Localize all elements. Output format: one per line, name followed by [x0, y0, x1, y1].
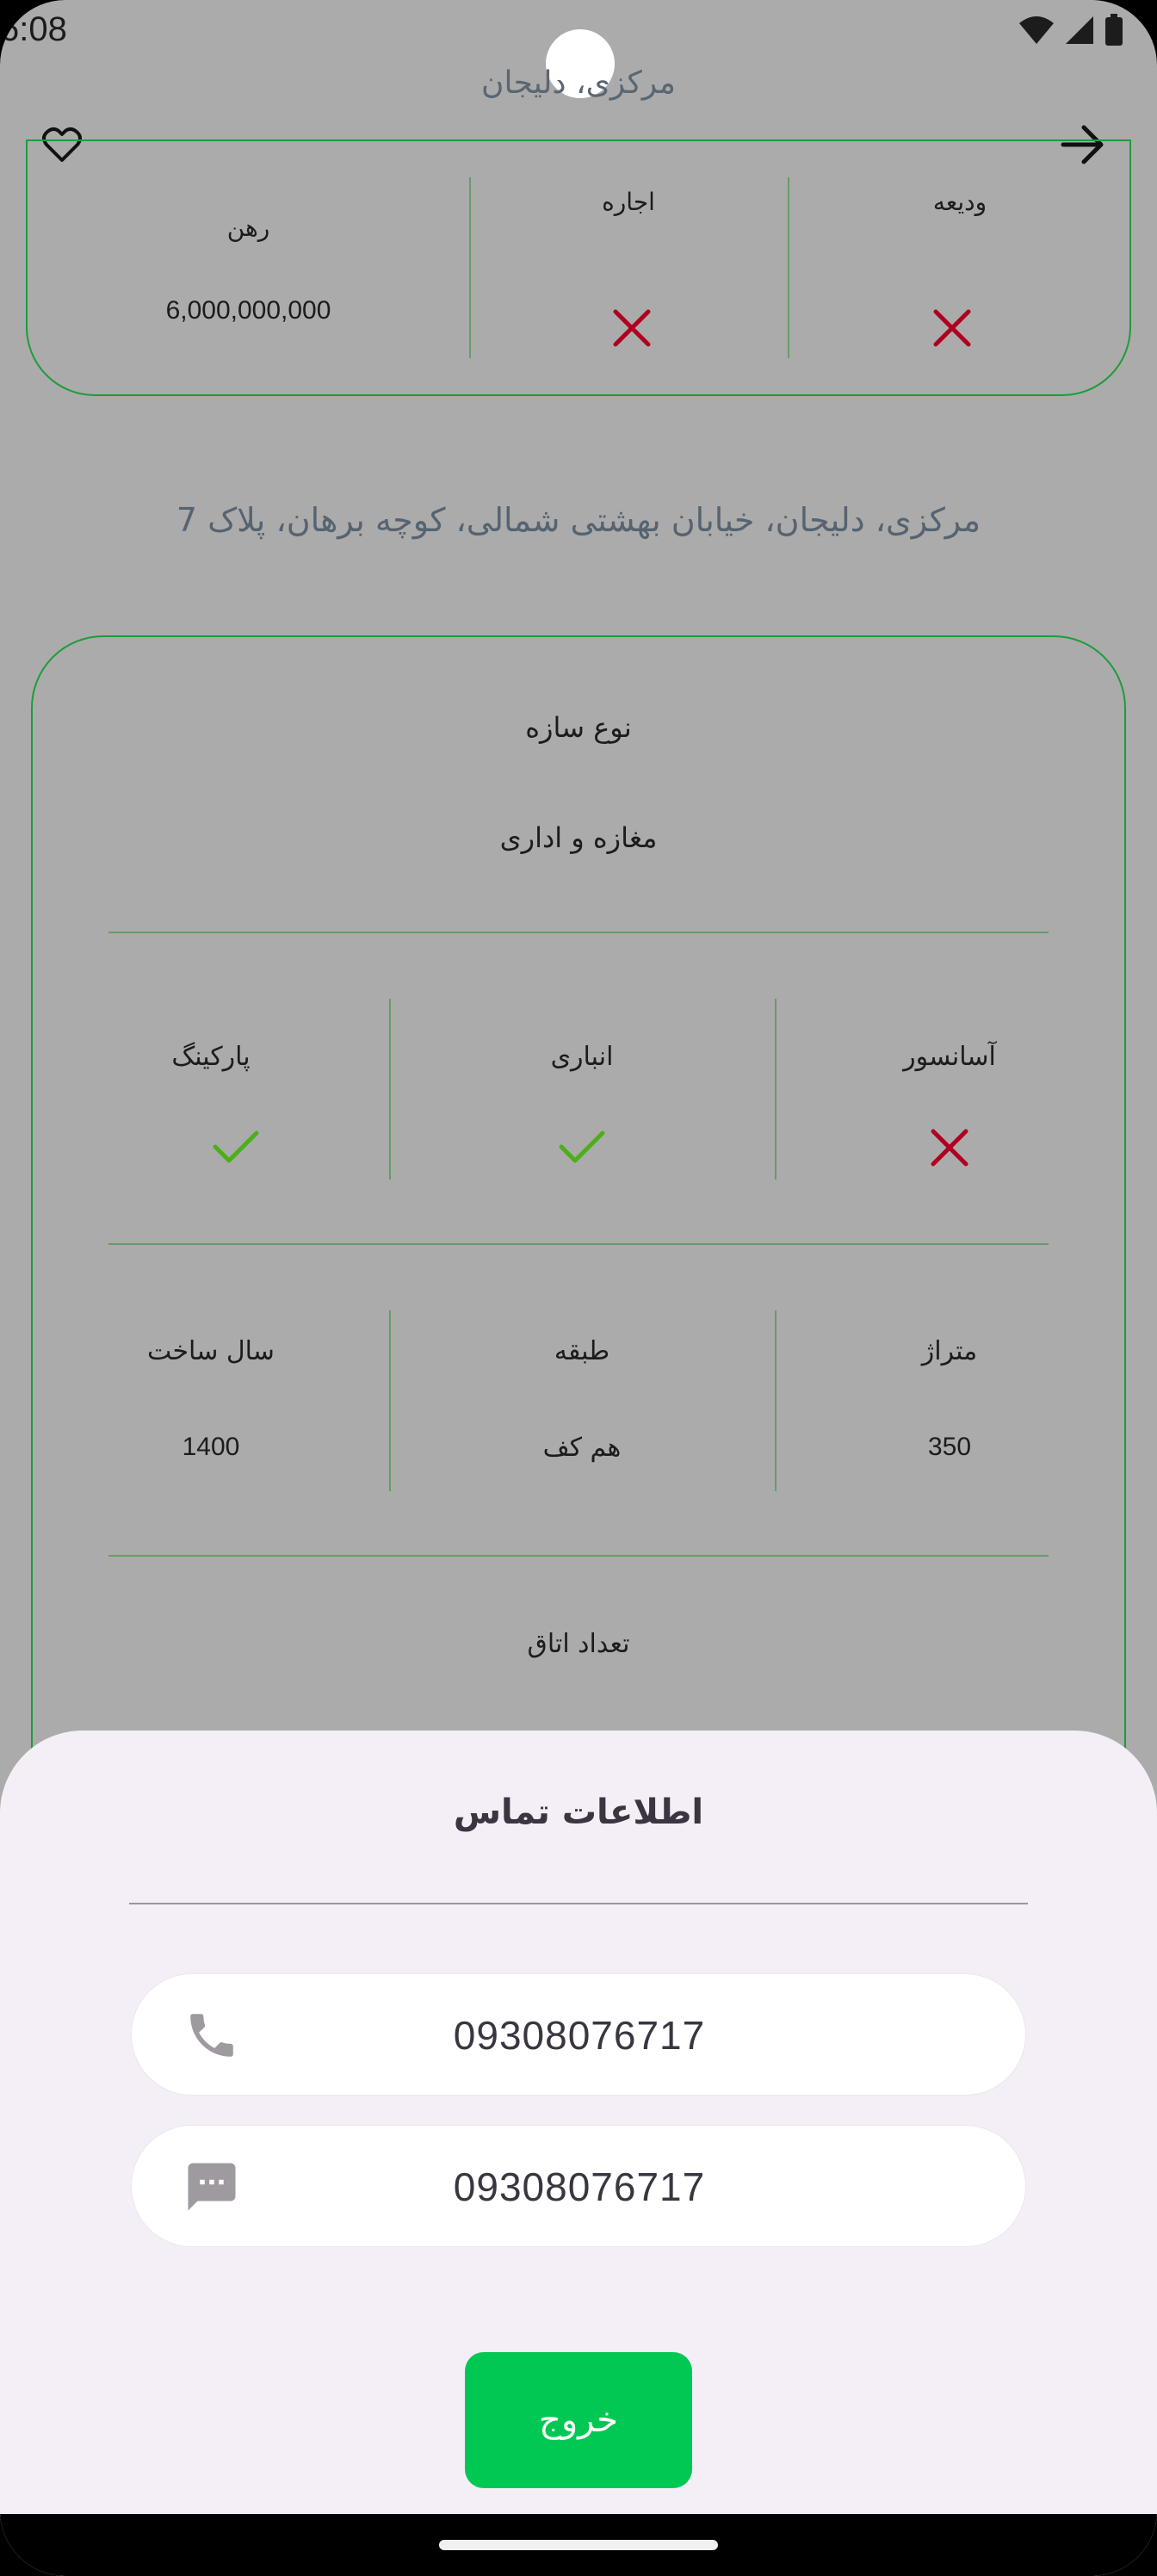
deposit-label: ودیعه	[932, 188, 987, 216]
storage-label: انباری	[550, 1042, 614, 1072]
page-title: مرکزی، دلیجان	[481, 65, 676, 101]
call-phone-button[interactable]: 09308076717	[131, 1973, 1026, 2096]
sheet-title: اطلاعات تماس	[453, 1793, 704, 1832]
mortgage-label: رهن	[226, 214, 270, 242]
status-time: 6:08	[0, 10, 67, 48]
cross-icon	[931, 1129, 968, 1167]
exit-button[interactable]: خروج	[465, 2352, 692, 2488]
storage-available-icon	[558, 1128, 606, 1169]
rooms-label: تعداد اتاق	[527, 1629, 630, 1659]
year-built-label: سال ساخت	[147, 1336, 275, 1366]
year-built-value: 1400	[182, 1433, 240, 1461]
wifi-icon	[1019, 16, 1054, 44]
elevator-unavailable-icon	[930, 1128, 969, 1171]
mortgage-value: 6,000,000,000	[165, 296, 331, 325]
floor-label: طبقه	[554, 1336, 610, 1366]
elevator-label: آسانسور	[903, 1042, 996, 1072]
rent-label: اجاره	[602, 188, 655, 216]
parking-label: پارکینگ	[171, 1042, 251, 1072]
app-screen: 6:08 مرکزی، دلیجان ودیعه اجاره رهن 6,000…	[0, 0, 1157, 2576]
property-address: مرکزی، دلیجان، خیابان بهشتی شمالی، کوچه …	[176, 501, 981, 539]
sheet-divider	[129, 1903, 1028, 1904]
structure-type-value: مغازه و اداری	[499, 821, 658, 854]
structure-type-label: نوع سازه	[525, 711, 632, 744]
parking-available-icon	[212, 1128, 260, 1169]
divider	[108, 1243, 1049, 1245]
price-card: ودیعه اجاره رهن 6,000,000,000	[26, 139, 1131, 396]
details-card: نوع سازه مغازه و اداری آسانسور انباری پا…	[31, 635, 1126, 1841]
deposit-unavailable-icon	[932, 308, 972, 351]
divider	[775, 999, 776, 1180]
status-icons	[1018, 14, 1124, 46]
cross-icon	[613, 309, 651, 347]
battery-icon	[1105, 14, 1123, 46]
divider	[108, 932, 1049, 933]
check-icon	[559, 1130, 605, 1163]
signal-icon	[1066, 16, 1093, 44]
sms-number: 09308076717	[453, 2164, 706, 2209]
floor-value: هم کف	[542, 1433, 622, 1463]
area-value: 350	[927, 1433, 972, 1461]
send-sms-button[interactable]: 09308076717	[131, 2125, 1026, 2247]
cross-icon	[933, 309, 971, 347]
home-gesture-handle[interactable]	[439, 2540, 718, 2550]
phone-number: 09308076717	[453, 2013, 706, 2058]
divider	[389, 999, 391, 1180]
rent-unavailable-icon	[612, 308, 652, 351]
check-icon	[213, 1130, 259, 1163]
divider	[108, 1555, 1049, 1557]
area-label: متراژ	[921, 1336, 978, 1366]
